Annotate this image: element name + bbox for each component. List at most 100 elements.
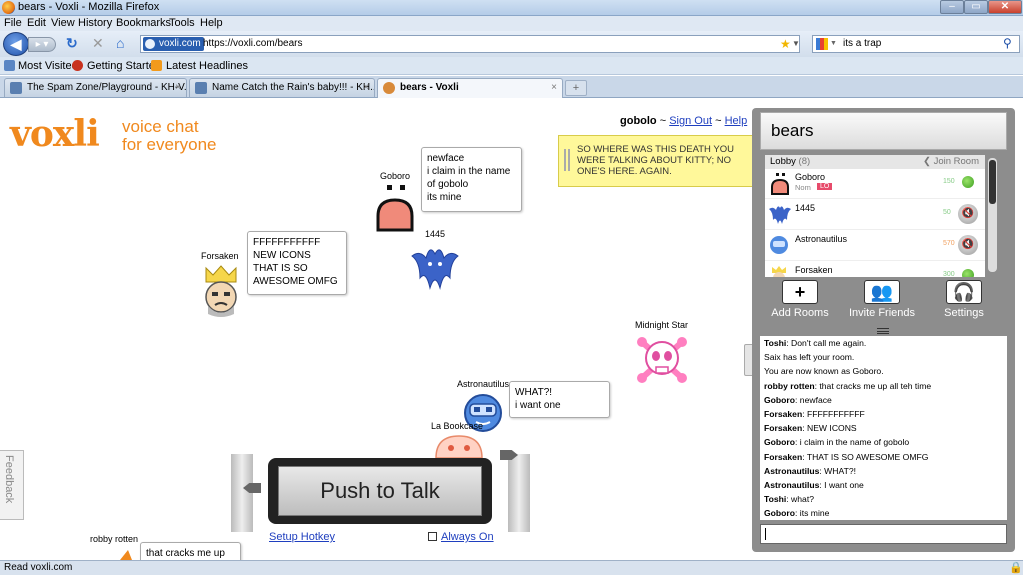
sign-out-link[interactable]: Sign Out xyxy=(669,115,712,127)
bubble-line: of gobolo xyxy=(427,179,469,190)
menu-file[interactable]: File xyxy=(4,17,22,29)
add-rooms-button[interactable]: + Add Rooms xyxy=(760,278,840,322)
tab-spam-zone[interactable]: The Spam Zone/Playground - KH-V... × xyxy=(4,78,187,97)
lobby-header: Lobby (8) ❮ Join Room xyxy=(765,155,985,169)
left-volume-slider[interactable] xyxy=(231,454,253,532)
user-name: Astronautilus xyxy=(795,234,848,244)
bookmark-latest-headlines[interactable]: Latest Headlines xyxy=(166,60,248,72)
setup-hotkey-link[interactable]: Setup Hotkey xyxy=(269,531,335,543)
room-actions: + Add Rooms 👥 Invite Friends 🎧 Settings xyxy=(760,278,1007,322)
goboro-avatar[interactable] xyxy=(374,182,416,234)
address-bar[interactable]: voxli.com https://voxli.com/bears ★ ▼ xyxy=(140,35,800,53)
always-on-link[interactable]: Always On xyxy=(441,531,494,543)
maximize-button[interactable]: ▭ xyxy=(964,0,988,14)
search-engine-dropdown-icon[interactable]: ▼ xyxy=(830,40,837,47)
robby-avatar[interactable] xyxy=(118,548,134,560)
bat-avatar[interactable] xyxy=(410,242,460,294)
avatar-name-1445: 1445 xyxy=(425,229,446,239)
drag-grip-icon[interactable] xyxy=(564,149,570,171)
tab-close-icon[interactable]: × xyxy=(363,79,369,96)
chat-text: : NEW ICONS xyxy=(802,423,857,434)
forward-button[interactable]: ▸ ▾ xyxy=(28,37,56,52)
join-room-button[interactable]: ❮ Join Room xyxy=(923,155,979,169)
chat-message: Forsaken: THAT IS SO AWESOME OMFG xyxy=(764,450,1003,464)
push-to-talk-button[interactable]: Push to Talk xyxy=(278,466,482,516)
url-text[interactable]: https://voxli.com/bears xyxy=(203,38,302,49)
user-row[interactable]: Forsaken 300 xyxy=(765,262,985,277)
chat-log: Toshi: Don't call me again. Saix has left… xyxy=(760,336,1007,520)
right-volume-slider[interactable] xyxy=(508,454,530,532)
logo-tagline-2: for everyone xyxy=(122,135,217,154)
mute-icon[interactable]: 🔇 xyxy=(958,235,978,255)
user-row[interactable]: Astronautilus 570 🔇 xyxy=(765,231,985,261)
ghost-avatar[interactable] xyxy=(434,434,484,458)
chat-sender: Toshi xyxy=(764,338,787,348)
search-bar[interactable]: ▼ its a trap ⚲ xyxy=(812,35,1020,53)
tab-label: The Spam Zone/Playground - KH-V... xyxy=(27,82,187,93)
chat-message: Astronautilus: I want one xyxy=(764,478,1003,492)
chat-sender: Forsaken xyxy=(764,423,803,434)
scrollbar-thumb[interactable] xyxy=(989,160,996,204)
invite-friends-button[interactable]: 👥 Invite Friends xyxy=(842,278,922,322)
username: gobolo xyxy=(620,115,657,127)
resize-grip-icon[interactable] xyxy=(877,328,889,334)
tab-close-icon[interactable]: × xyxy=(551,79,557,96)
site-identity-button[interactable]: voxli.com xyxy=(143,37,204,51)
help-link[interactable]: Help xyxy=(725,115,748,127)
search-icon[interactable]: ⚲ xyxy=(1003,36,1012,50)
bookmark-most-visited[interactable]: Most Visited xyxy=(18,60,78,72)
chat-sender: Goboro xyxy=(764,508,796,519)
always-on-toggle[interactable]: Always On xyxy=(428,531,494,543)
bookmark-getting-started[interactable]: Getting Started xyxy=(87,60,161,72)
menu-history[interactable]: History xyxy=(78,17,112,29)
minimize-button[interactable]: – xyxy=(940,0,964,14)
menu-help[interactable]: Help xyxy=(200,17,223,29)
always-on-checkbox[interactable] xyxy=(428,532,437,541)
king-avatar[interactable] xyxy=(200,264,242,318)
navigation-bar: ◀ ▸ ▾ ↻ ✕ ⌂ voxli.com https://voxli.com/… xyxy=(0,31,1023,57)
menu-edit[interactable]: Edit xyxy=(27,17,46,29)
status-bar: Read voxli.com 🔒 xyxy=(0,560,1023,575)
feedback-tab[interactable]: Feedback xyxy=(0,450,24,520)
tab-catch-the-rain[interactable]: Name Catch the Rain's baby!!! - KH... × xyxy=(189,78,375,97)
chat-message: Goboro: i claim in the name of gobolo xyxy=(764,435,1003,449)
bookmark-star-icon[interactable]: ★ xyxy=(780,37,791,51)
url-dropdown-icon[interactable]: ▼ xyxy=(792,39,800,48)
status-text: Read voxli.com xyxy=(4,562,73,573)
friends-icon: 👥 xyxy=(864,280,900,304)
chat-text: : WHAT?! xyxy=(819,465,856,476)
chat-sender: Toshi xyxy=(764,494,787,505)
chat-message: Toshi: Don't call me again. xyxy=(764,336,1003,350)
stop-icon[interactable]: ✕ xyxy=(92,36,104,50)
user-row[interactable]: 1445 50 🔇 xyxy=(765,200,985,230)
shout-note[interactable]: SO WHERE WAS THIS DEATH YOU WERE TALKING… xyxy=(558,135,756,187)
lobby-label: Lobby xyxy=(770,156,796,167)
reload-icon[interactable]: ↻ xyxy=(66,36,78,50)
new-tab-button[interactable]: + xyxy=(565,80,587,96)
bubble-line: WHAT?! xyxy=(515,387,553,398)
close-button[interactable]: ✕ xyxy=(988,0,1022,14)
chat-sender: robby rotten xyxy=(764,380,815,391)
menu-view[interactable]: View xyxy=(51,17,75,29)
user-row[interactable]: Goboro Nom LO 150 xyxy=(765,169,985,199)
search-input[interactable]: its a trap xyxy=(843,38,881,49)
chat-input[interactable] xyxy=(760,524,1007,544)
google-search-engine-icon[interactable] xyxy=(816,38,828,50)
mute-icon[interactable]: 🔇 xyxy=(958,204,978,224)
tab-bears-voxli[interactable]: bears - Voxli × xyxy=(377,78,563,98)
settings-button[interactable]: 🎧 Settings xyxy=(924,278,1004,322)
pink-skull-avatar[interactable] xyxy=(636,334,688,386)
user-name: Forsaken xyxy=(795,265,833,275)
account-line: gobolo ~ Sign Out ~ Help xyxy=(620,115,747,127)
padlock-icon[interactable]: 🔒 xyxy=(1009,561,1023,574)
menu-bookmarks[interactable]: Bookmarks xyxy=(116,17,171,29)
back-button[interactable]: ◀ xyxy=(3,32,29,56)
home-icon[interactable]: ⌂ xyxy=(116,36,124,50)
user-list-scrollbar[interactable] xyxy=(988,158,997,272)
chat-text: : FFFFFFFFFFF xyxy=(802,409,865,420)
speaking-indicator-icon xyxy=(962,176,974,188)
menu-tools[interactable]: Tools xyxy=(169,17,195,29)
tab-close-icon[interactable]: × xyxy=(175,79,181,96)
user-level: 570 xyxy=(943,240,955,247)
user-level: 50 xyxy=(943,209,951,216)
